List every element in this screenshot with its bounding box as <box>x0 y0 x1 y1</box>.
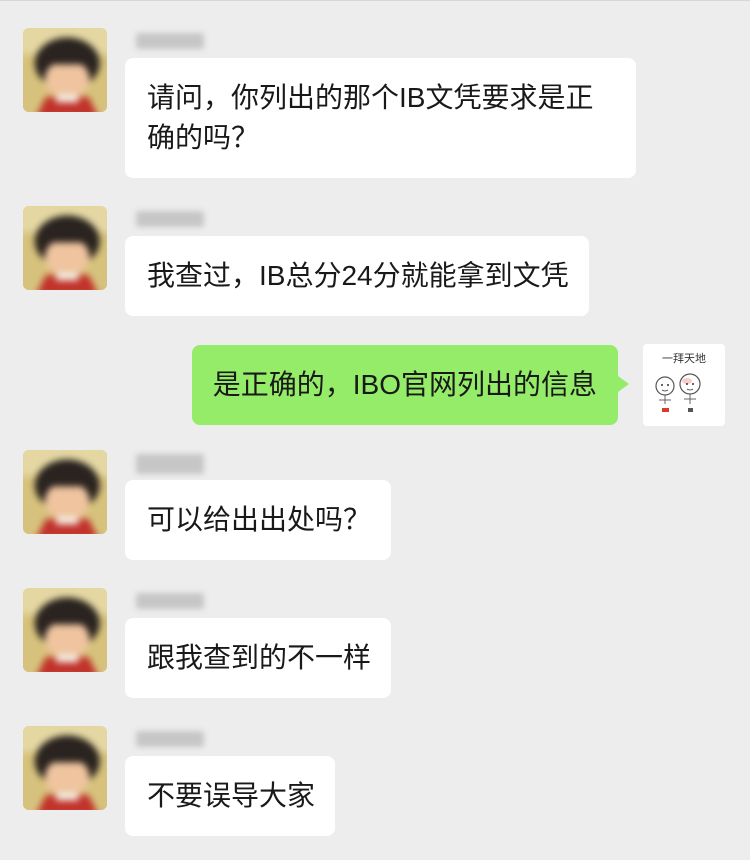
message-bubble-incoming[interactable]: 可以给出出处吗？ <box>125 480 392 560</box>
cartoon-girl-avatar-icon <box>23 588 107 672</box>
message-bubble-outgoing[interactable]: 是正确的，IBO官网列出的信息 <box>191 345 630 425</box>
cartoon-girl-avatar-icon <box>23 28 107 112</box>
sender-name-blurred <box>136 593 204 609</box>
message-bubble-incoming[interactable]: 我查过，IB总分24分就能拿到文凭 <box>125 236 589 316</box>
message-text: 请问，你列出的那个IB文凭要求是正确的吗？ <box>147 82 594 153</box>
message-text: 我查过，IB总分24分就能拿到文凭 <box>147 260 569 291</box>
message-row-incoming: 跟我查到的不一样 <box>0 588 750 708</box>
cartoon-girl-avatar-icon <box>23 450 107 534</box>
message-text: 是正确的，IBO官网列出的信息 <box>212 369 597 400</box>
message-bubble-incoming[interactable]: 请问，你列出的那个IB文凭要求是正确的吗？ <box>125 58 636 178</box>
message-text: 不要误导大家 <box>147 780 316 811</box>
sender-avatar[interactable] <box>23 206 107 290</box>
cartoon-girl-avatar-icon <box>23 726 107 810</box>
message-row-outgoing: 是正确的，IBO官网列出的信息 一拜天地 <box>0 344 750 464</box>
sender-name-blurred <box>136 33 204 49</box>
couple-sticker-icon <box>655 373 701 412</box>
sender-avatar[interactable] <box>23 588 107 672</box>
message-row-incoming: 我查过，IB总分24分就能拿到文凭 <box>0 206 750 326</box>
cartoon-girl-avatar-icon <box>23 206 107 290</box>
my-avatar[interactable]: 一拜天地 <box>643 344 725 426</box>
sender-avatar[interactable] <box>23 450 107 534</box>
message-text: 跟我查到的不一样 <box>147 642 372 673</box>
message-bubble-incoming[interactable]: 跟我查到的不一样 <box>125 618 392 698</box>
message-row-incoming: 可以给出出处吗？ <box>0 450 750 570</box>
message-row-incoming: 请问，你列出的那个IB文凭要求是正确的吗？ <box>0 28 750 178</box>
sender-name-blurred <box>136 211 204 227</box>
chat-message-list[interactable]: 请问，你列出的那个IB文凭要求是正确的吗？ 我查过，IB总分24分就能拿到文凭 … <box>0 0 750 860</box>
sender-avatar[interactable] <box>23 28 107 112</box>
sender-name-blurred <box>136 731 204 747</box>
message-text: 可以给出出处吗？ <box>147 504 372 535</box>
message-bubble-incoming[interactable]: 不要误导大家 <box>125 756 336 836</box>
sender-avatar[interactable] <box>23 726 107 810</box>
message-row-incoming: 不要误导大家 <box>0 726 750 846</box>
sender-name-blurred <box>136 454 204 474</box>
